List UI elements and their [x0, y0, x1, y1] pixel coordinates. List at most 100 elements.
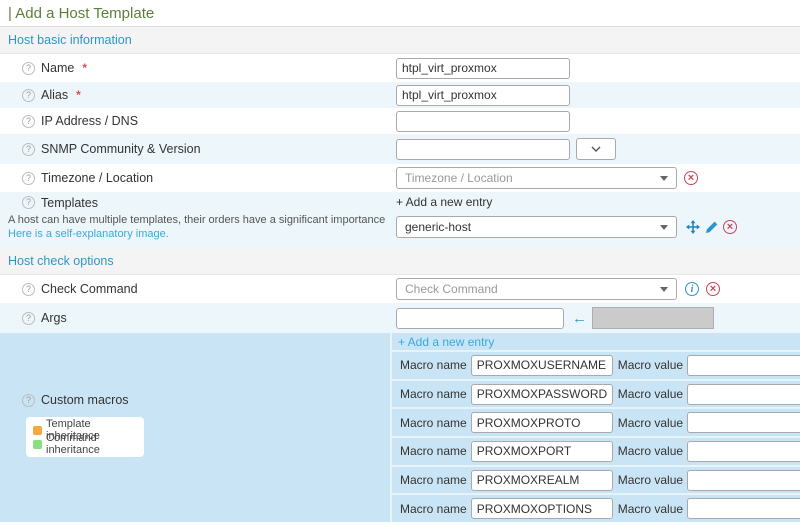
help-icon[interactable]: ?: [22, 115, 35, 128]
macro-name-input-2[interactable]: [471, 412, 613, 433]
timezone-clear-icon[interactable]: ×: [684, 171, 698, 185]
macro-value-input-1[interactable]: [687, 384, 800, 405]
form-row-check-command: ? Check Command Check Command i ×: [0, 275, 800, 303]
name-label: Name: [41, 61, 74, 75]
check-command-info-icon[interactable]: i: [685, 282, 699, 296]
macro-value-label: Macro value: [618, 473, 683, 487]
name-input[interactable]: [396, 58, 570, 79]
help-icon[interactable]: ?: [22, 143, 35, 156]
help-icon[interactable]: ?: [22, 196, 35, 209]
snmp-label-cell: ? SNMP Community & Version: [0, 142, 390, 156]
template-move-icon[interactable]: [686, 220, 700, 234]
form-row-templates: ? Templates A host can have multiple tem…: [0, 192, 800, 248]
check-command-label: Check Command: [41, 282, 138, 296]
ip-label: IP Address / DNS: [41, 114, 138, 128]
macro-name-label: Macro name: [400, 502, 467, 516]
ip-address-input[interactable]: [396, 111, 570, 132]
timezone-select-placeholder: Timezone / Location: [405, 171, 513, 185]
templates-description: A host can have multiple templates, thei…: [8, 214, 390, 226]
macro-value-label: Macro value: [618, 416, 683, 430]
section-title: Host check options: [8, 254, 114, 268]
macro-name-input-1[interactable]: [471, 384, 613, 405]
form-row-args: ? Args ←: [0, 303, 800, 333]
form-row-timezone: ? Timezone / Location Timezone / Locatio…: [0, 164, 800, 192]
chevron-down-icon: [660, 176, 668, 181]
alias-label-cell: ? Alias *: [0, 88, 390, 102]
templates-select[interactable]: generic-host: [396, 216, 677, 238]
page-title-bar: | Add a Host Template: [0, 0, 800, 27]
chevron-down-icon: [591, 146, 601, 152]
templates-help-link[interactable]: Here is a self-explanatory image.: [8, 228, 169, 240]
args-input[interactable]: [396, 308, 564, 329]
check-command-placeholder: Check Command: [405, 282, 498, 296]
macro-name-label: Macro name: [400, 358, 467, 372]
custom-macros-section: ? Custom macros Template inheritance Com…: [0, 333, 800, 522]
macro-value-input-4[interactable]: [687, 470, 800, 491]
form-row-snmp: ? SNMP Community & Version: [0, 134, 800, 164]
custom-macros-grid: + Add a new entry Macro name Macro value…: [390, 333, 800, 522]
macro-row: Macro name Macro value P: [392, 350, 800, 379]
required-marker: *: [76, 88, 81, 102]
chevron-down-icon: [660, 225, 668, 230]
args-label: Args: [41, 311, 67, 325]
args-disabled-field: [592, 307, 714, 329]
macro-row: Macro name Macro value P: [392, 407, 800, 436]
help-icon[interactable]: ?: [22, 283, 35, 296]
macro-name-input-4[interactable]: [471, 470, 613, 491]
help-icon[interactable]: ?: [22, 89, 35, 102]
help-icon[interactable]: ?: [22, 394, 35, 407]
required-marker: *: [82, 61, 87, 75]
help-icon[interactable]: ?: [22, 172, 35, 185]
section-title: Host basic information: [8, 33, 132, 47]
macro-row: Macro name Macro value P: [392, 465, 800, 494]
check-command-label-cell: ? Check Command: [0, 282, 390, 296]
macro-value-input-2[interactable]: [687, 412, 800, 433]
snmp-community-input[interactable]: [396, 139, 570, 160]
macro-value-input-5[interactable]: [687, 498, 800, 519]
macro-row: Macro name Macro value P: [392, 436, 800, 465]
macro-name-label: Macro name: [400, 473, 467, 487]
timezone-select[interactable]: Timezone / Location: [396, 167, 677, 189]
macros-add-entry-link[interactable]: + Add a new entry: [392, 333, 800, 350]
template-delete-icon[interactable]: ×: [723, 220, 737, 234]
help-icon[interactable]: ?: [22, 312, 35, 325]
check-command-select[interactable]: Check Command: [396, 278, 677, 300]
templates-label: Templates: [41, 196, 98, 210]
snmp-version-select[interactable]: [576, 138, 616, 160]
timezone-label: Timezone / Location: [41, 171, 153, 185]
macro-row: Macro name Macro value P: [392, 493, 800, 522]
templates-add-entry-link[interactable]: + Add a new entry: [396, 195, 800, 211]
args-label-cell: ? Args: [0, 311, 390, 325]
macro-name-input-5[interactable]: [471, 498, 613, 519]
form-row-alias: ? Alias *: [0, 82, 800, 108]
section-header-check: Host check options: [0, 248, 800, 275]
legend-item-command: Command inheritance: [33, 437, 137, 451]
help-icon[interactable]: ?: [22, 62, 35, 75]
macro-name-input-3[interactable]: [471, 441, 613, 462]
template-inheritance-swatch: [33, 426, 42, 435]
macro-name-label: Macro name: [400, 416, 467, 430]
command-inheritance-swatch: [33, 440, 42, 449]
macro-name-label: Macro name: [400, 387, 467, 401]
templates-select-value: generic-host: [405, 220, 471, 234]
custom-macros-label-cell: ? Custom macros Template inheritance Com…: [0, 333, 390, 522]
inheritance-legend: Template inheritance Command inheritance: [26, 417, 144, 457]
macro-value-input-0[interactable]: [687, 355, 800, 376]
timezone-label-cell: ? Timezone / Location: [0, 171, 390, 185]
macro-name-label: Macro name: [400, 444, 467, 458]
chevron-down-icon: [660, 287, 668, 292]
page-title: | Add a Host Template: [8, 5, 154, 22]
check-command-clear-icon[interactable]: ×: [706, 282, 720, 296]
macro-value-label: Macro value: [618, 387, 683, 401]
macro-value-label: Macro value: [618, 502, 683, 516]
custom-macros-label: Custom macros: [41, 393, 129, 407]
alias-input[interactable]: [396, 85, 570, 106]
name-label-cell: ? Name *: [0, 61, 390, 75]
macro-name-input-0[interactable]: [471, 355, 613, 376]
macro-value-input-3[interactable]: [687, 441, 800, 462]
arrow-left-icon: ←: [572, 310, 587, 327]
template-edit-icon[interactable]: [705, 221, 718, 234]
macro-row: Macro name Macro value P: [392, 379, 800, 408]
ip-label-cell: ? IP Address / DNS: [0, 114, 390, 128]
form-row-name: ? Name *: [0, 54, 800, 82]
